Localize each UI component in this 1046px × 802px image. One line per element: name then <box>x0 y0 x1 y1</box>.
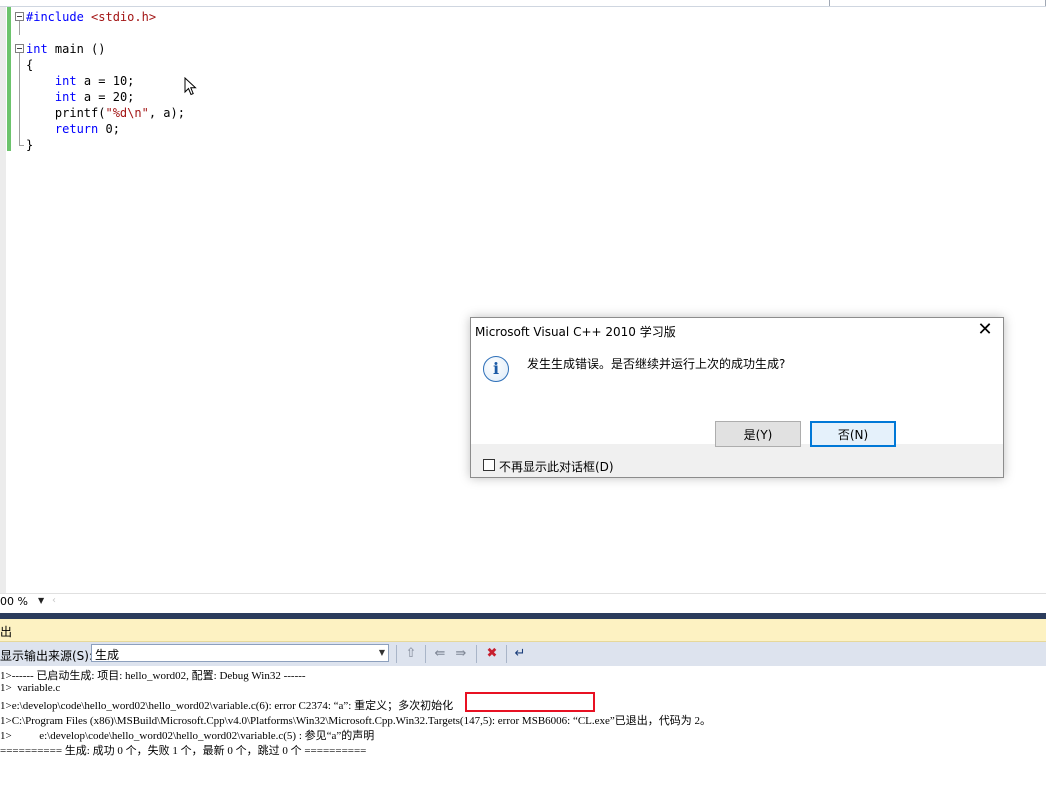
code-keyword: int <box>54 74 77 88</box>
info-icon: i <box>483 356 509 382</box>
toolbar-separator <box>506 645 507 663</box>
output-toolbar: 显示输出来源(S): 生成 ▼ ⇧ ⇚ ⇛ ✖ ↵ <box>0 642 1046 666</box>
code-keyword: int <box>54 90 77 104</box>
zoom-value: 00 % <box>0 595 28 608</box>
code-string: <stdio.h> <box>91 10 157 24</box>
output-source-select[interactable]: 生成 ▼ <box>91 644 389 662</box>
error-highlight-box <box>465 692 595 712</box>
toolbar-separator <box>425 645 426 663</box>
chevron-down-icon[interactable]: ▼ <box>379 648 385 657</box>
output-line: ========== 生成: 成功 0 个，失败 1 个，最新 0 个，跳过 0… <box>0 745 367 757</box>
dont-show-again-checkbox[interactable] <box>483 459 495 471</box>
toolbar-separator <box>476 645 477 663</box>
code-keyword: #include <box>26 10 92 24</box>
no-button[interactable]: 否(N) <box>810 421 896 447</box>
code-text: printf( <box>26 106 106 120</box>
change-tracking-bar <box>7 7 11 151</box>
dont-show-again-label[interactable]: 不再显示此对话框(D) <box>499 458 614 475</box>
output-panel-title: 出 <box>0 625 13 639</box>
code-text: a = 20; <box>76 90 135 104</box>
output-line: 1>e:\develop\code\hello_word02\hello_wor… <box>0 700 454 712</box>
next-message-icon[interactable]: ⇛ <box>453 646 469 662</box>
editor-tab-strip <box>0 0 1046 7</box>
output-source-value: 生成 <box>95 648 120 662</box>
toolbar-separator <box>396 645 397 663</box>
code-text: , a); <box>148 106 185 120</box>
output-line: 1> e:\develop\code\hello_word02\hello_wo… <box>0 730 375 742</box>
output-line: 1>C:\Program Files (x86)\MSBuild\Microso… <box>0 715 712 727</box>
yes-button[interactable]: 是(Y) <box>715 421 801 447</box>
code-text: main () <box>47 42 106 56</box>
dialog-title: Microsoft Visual C++ 2010 学习版 <box>475 325 676 339</box>
goto-current-icon[interactable]: ⇧ <box>403 646 419 662</box>
outline-line <box>19 53 20 145</box>
code-text: a = 10; <box>76 74 135 88</box>
dialog-title-bar: Microsoft Visual C++ 2010 学习版 ✕ <box>471 318 1003 344</box>
prev-message-icon[interactable]: ⇚ <box>432 646 448 662</box>
output-line: 1>------ 已启动生成: 项目: hello_word02, 配置: De… <box>0 670 306 682</box>
output-line: 1> variable.c <box>0 682 61 694</box>
scroll-left-icon[interactable]: ‹ <box>52 595 56 606</box>
source-code[interactable]: #include <stdio.h> int main () { int a =… <box>26 9 185 153</box>
chevron-down-icon[interactable]: ▼ <box>38 596 44 605</box>
build-error-dialog: Microsoft Visual C++ 2010 学习版 ✕ i 发生生成错误… <box>470 317 1004 478</box>
word-wrap-icon[interactable]: ↵ <box>512 646 528 662</box>
outline-line <box>19 21 20 35</box>
zoom-combo[interactable]: 00 % ▼ <box>0 595 48 609</box>
outline-end <box>19 145 24 146</box>
output-source-label: 显示输出来源(S): <box>0 649 94 663</box>
output-panel-title-bar: 出 <box>0 619 1046 642</box>
close-icon[interactable]: ✕ <box>971 319 999 343</box>
collapse-include-icon[interactable] <box>15 12 24 21</box>
editor-selection-margin <box>0 7 6 593</box>
code-text: { <box>26 58 34 72</box>
code-keyword: int <box>26 42 48 56</box>
code-text: } <box>26 138 34 152</box>
code-editor[interactable]: #include <stdio.h> int main () { int a =… <box>0 7 1046 593</box>
output-text-area[interactable]: 1>------ 已启动生成: 项目: hello_word02, 配置: De… <box>0 666 1046 802</box>
clear-all-icon[interactable]: ✖ <box>484 646 500 662</box>
code-text: 0; <box>98 122 120 136</box>
collapse-main-icon[interactable] <box>15 44 24 53</box>
mouse-pointer-icon <box>184 77 197 96</box>
dialog-message: 发生生成错误。是否继续并运行上次的成功生成? <box>527 357 786 371</box>
editor-status-bar: 00 % ▼ ‹ <box>0 593 1046 611</box>
code-string: "%d\n" <box>105 106 149 120</box>
code-keyword: return <box>54 122 99 136</box>
tab-strip-separator <box>829 0 830 6</box>
